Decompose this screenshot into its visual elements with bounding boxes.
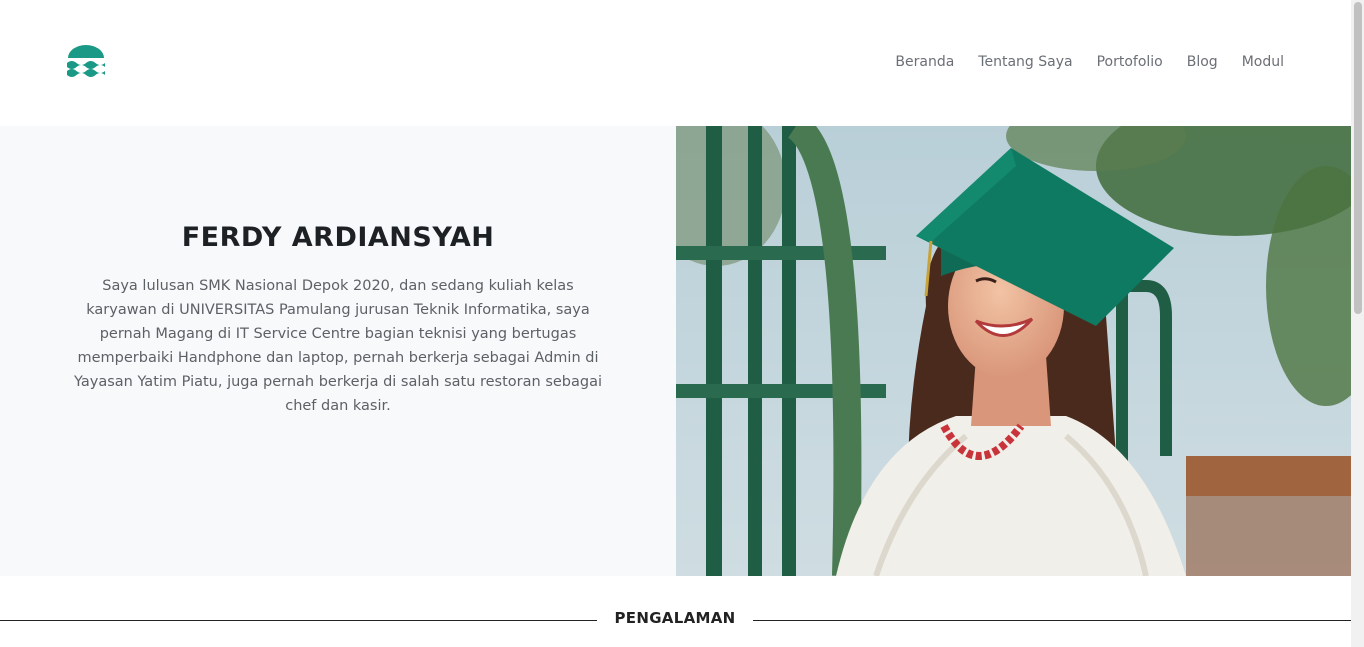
scrollbar-thumb[interactable]: [1354, 2, 1362, 314]
hero-description: Saya lulusan SMK Nasional Depok 2020, da…: [74, 278, 602, 414]
nav-blog[interactable]: Blog: [1187, 52, 1218, 72]
page: Beranda Tentang Saya Portofolio Blog Mod…: [0, 0, 1364, 647]
graduate-photo: [676, 126, 1351, 576]
hero-title: FERDY ARDIANSYAH: [181, 222, 495, 253]
nav-tentang-saya[interactable]: Tentang Saya: [978, 52, 1072, 72]
page-scrollbar[interactable]: [1351, 0, 1364, 647]
main-nav: Beranda Tentang Saya Portofolio Blog Mod…: [895, 52, 1284, 72]
experience-heading: PENGALAMAN: [0, 600, 1351, 640]
hero-section: FERDY ARDIANSYAH Saya lulusan SMK Nasion…: [0, 126, 1351, 576]
nav-modul[interactable]: Modul: [1242, 52, 1284, 72]
site-header: Beranda Tentang Saya Portofolio Blog Mod…: [0, 0, 1351, 126]
nav-beranda[interactable]: Beranda: [895, 52, 954, 72]
waves-logo-icon[interactable]: [67, 45, 105, 78]
nav-portofolio[interactable]: Portofolio: [1097, 52, 1163, 72]
divider-left: [0, 620, 597, 621]
hero-text-panel: FERDY ARDIANSYAH Saya lulusan SMK Nasion…: [0, 126, 676, 576]
section-title: PENGALAMAN: [614, 609, 736, 627]
divider-right: [753, 620, 1351, 621]
